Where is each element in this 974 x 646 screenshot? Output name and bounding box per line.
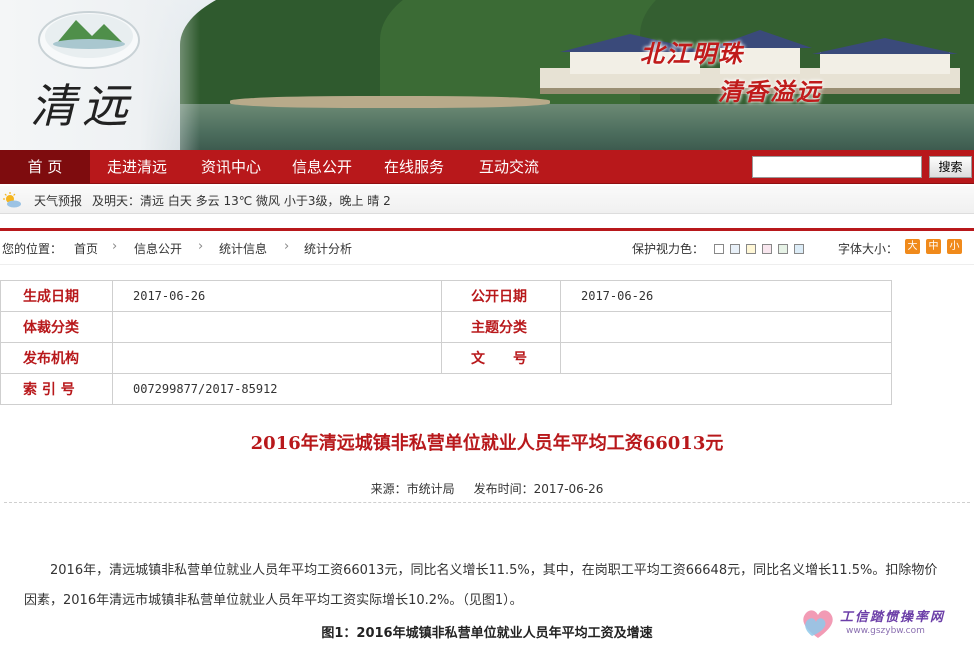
nav-online-service[interactable]: 在线服务 bbox=[366, 150, 462, 184]
nav-info-disclosure[interactable]: 信息公开 bbox=[278, 150, 366, 184]
watermark-text: 工信踏惯操率网 bbox=[840, 610, 946, 625]
table-row: 发布机构 文 号 bbox=[0, 342, 892, 374]
search-button[interactable]: 搜索 bbox=[929, 156, 972, 178]
genre-label: 体裁分类 bbox=[0, 311, 113, 343]
org-label: 发布机构 bbox=[0, 342, 113, 374]
site-watermark: 工信踏惯操率网 www.gszybw.com bbox=[800, 604, 972, 644]
chevron-right-icon: › bbox=[112, 239, 118, 254]
document-info-table: 生成日期 2017-06-26 公开日期 2017-06-26 体裁分类 主题分… bbox=[0, 280, 892, 405]
genre-value bbox=[112, 311, 442, 343]
table-row: 索 引 号 007299877/2017-85912 bbox=[0, 373, 892, 405]
nav-home[interactable]: 首 页 bbox=[0, 150, 90, 184]
nav-about-qingyuan[interactable]: 走进清远 bbox=[90, 150, 184, 184]
article-meta: 来源：市统计局 发布时间：2017-06-26 bbox=[370, 482, 604, 496]
weather-bar: 天气预报 及明天：清远 白天 多云 13℃ 微风 小于3级，晚上 晴 2 bbox=[0, 186, 974, 214]
publish-value: 2017-06-26 bbox=[560, 280, 892, 312]
slogan-right: 清香溢远 bbox=[718, 77, 822, 106]
logo-emblem bbox=[38, 11, 140, 69]
banner-lake bbox=[180, 104, 974, 150]
heart-logo-icon bbox=[803, 610, 833, 638]
breadcrumb-info-disclosure[interactable]: 信息公开 bbox=[134, 240, 182, 257]
font-large-button[interactable]: 大 bbox=[905, 239, 920, 254]
nav-interaction[interactable]: 互动交流 bbox=[462, 150, 556, 184]
breadcrumb-prefix: 您的位置： bbox=[2, 242, 63, 256]
sun-cloud-icon bbox=[3, 192, 21, 208]
font-small-button[interactable]: 小 bbox=[947, 239, 962, 254]
search-input[interactable] bbox=[752, 156, 922, 178]
index-value: 007299877/2017-85912 bbox=[112, 373, 892, 405]
divider bbox=[4, 502, 970, 503]
weather-label: 天气预报 bbox=[34, 194, 83, 208]
banner-shore bbox=[230, 96, 550, 108]
weather-ticker: 及明天：清远 白天 多云 13℃ 微风 小于3级，晚上 晴 2 bbox=[92, 194, 391, 208]
eye-color-swatch[interactable] bbox=[746, 244, 756, 254]
index-label: 索 引 号 bbox=[0, 373, 113, 405]
article-title: 2016年清远城镇非私营单位就业人员年平均工资66013元 bbox=[250, 433, 724, 454]
eye-color-swatch[interactable] bbox=[762, 244, 772, 254]
breadcrumb-bar: 您的位置： 首页 › 信息公开 › 统计信息 › 统计分析 保护视力色： 字体大… bbox=[0, 228, 974, 264]
eye-color-swatch[interactable] bbox=[714, 244, 724, 254]
chevron-right-icon: › bbox=[198, 239, 204, 254]
date-value: 2017-06-26 bbox=[112, 280, 442, 312]
nav-news-center[interactable]: 资讯中心 bbox=[184, 150, 278, 184]
date-label: 生成日期 bbox=[0, 280, 113, 312]
font-size-label: 字体大小： bbox=[838, 242, 899, 256]
breadcrumb-home[interactable]: 首页 bbox=[74, 240, 98, 257]
breadcrumb-statistics-analysis[interactable]: 统计分析 bbox=[304, 240, 352, 257]
docno-value bbox=[560, 342, 892, 374]
eye-color-swatch[interactable] bbox=[730, 244, 740, 254]
logo-text: 清远 bbox=[30, 79, 134, 133]
table-row: 生成日期 2017-06-26 公开日期 2017-06-26 bbox=[0, 280, 892, 312]
eye-protection-label: 保护视力色： bbox=[632, 242, 705, 256]
main-nav: 首 页 走进清远 资讯中心 信息公开 在线服务 互动交流 搜索 bbox=[0, 150, 974, 184]
topic-label: 主题分类 bbox=[441, 311, 561, 343]
logo-area: 清远 bbox=[0, 0, 200, 150]
slogan-left: 北江明珠 bbox=[640, 39, 744, 68]
site-banner: 清远 北江明珠 清香溢远 bbox=[0, 0, 974, 150]
chevron-right-icon: › bbox=[284, 239, 290, 254]
watermark-url: www.gszybw.com bbox=[846, 626, 925, 636]
docno-label: 文 号 bbox=[441, 342, 561, 374]
eye-color-swatch[interactable] bbox=[778, 244, 788, 254]
table-row: 体裁分类 主题分类 bbox=[0, 311, 892, 343]
org-value bbox=[112, 342, 442, 374]
topic-value bbox=[560, 311, 892, 343]
font-medium-button[interactable]: 中 bbox=[926, 239, 941, 254]
breadcrumb-statistics-info[interactable]: 统计信息 bbox=[219, 240, 267, 257]
eye-color-swatch[interactable] bbox=[794, 244, 804, 254]
publish-label: 公开日期 bbox=[441, 280, 561, 312]
